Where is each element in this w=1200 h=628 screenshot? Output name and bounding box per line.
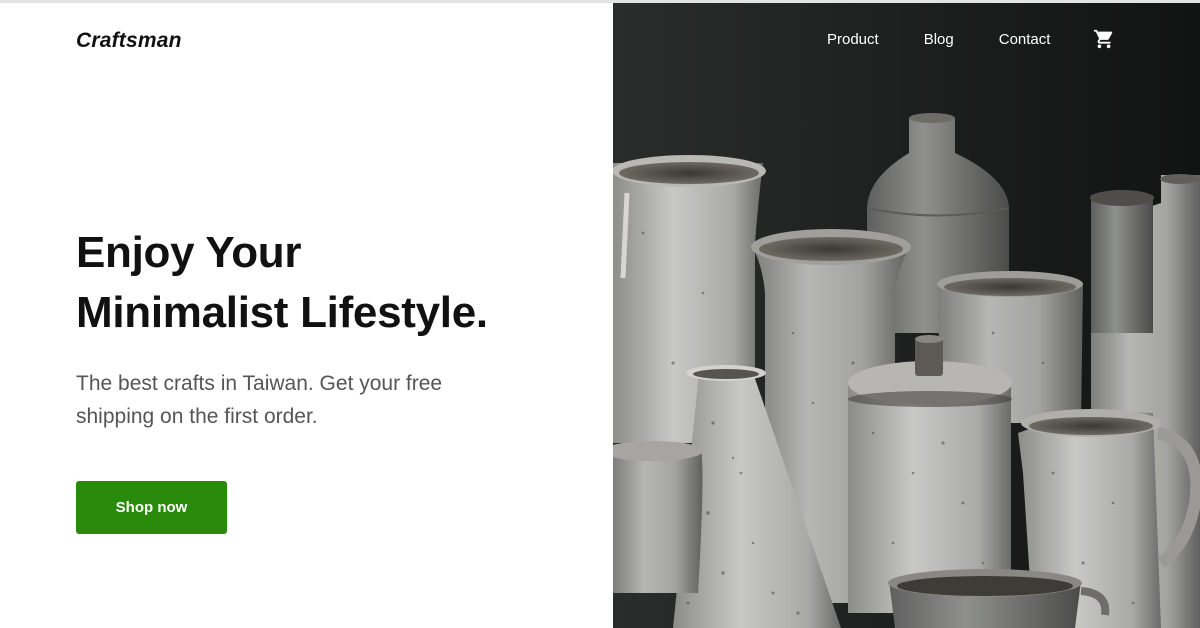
headline-line-2: Minimalist Lifestyle. — [76, 288, 488, 337]
nav-item-contact[interactable]: Contact — [999, 31, 1051, 48]
hero-image-panel — [613, 3, 1200, 628]
hero-headline: Enjoy Your Minimalist Lifestyle. — [76, 223, 596, 343]
hero-text-panel: Craftsman Enjoy Your Minimalist Lifestyl… — [0, 3, 613, 628]
headline-line-1: Enjoy Your — [76, 228, 302, 277]
nav-item-blog[interactable]: Blog — [924, 31, 954, 48]
main-nav: Product Blog Contact — [827, 28, 1115, 50]
brand-logo[interactable]: Craftsman — [76, 29, 182, 53]
nav-item-product[interactable]: Product — [827, 31, 879, 48]
hero-subtext: The best crafts in Taiwan. Get your free… — [76, 372, 443, 428]
ceramics-photo — [613, 3, 1200, 628]
cart-icon[interactable] — [1093, 28, 1115, 50]
shop-now-button[interactable]: Shop now — [76, 481, 227, 534]
